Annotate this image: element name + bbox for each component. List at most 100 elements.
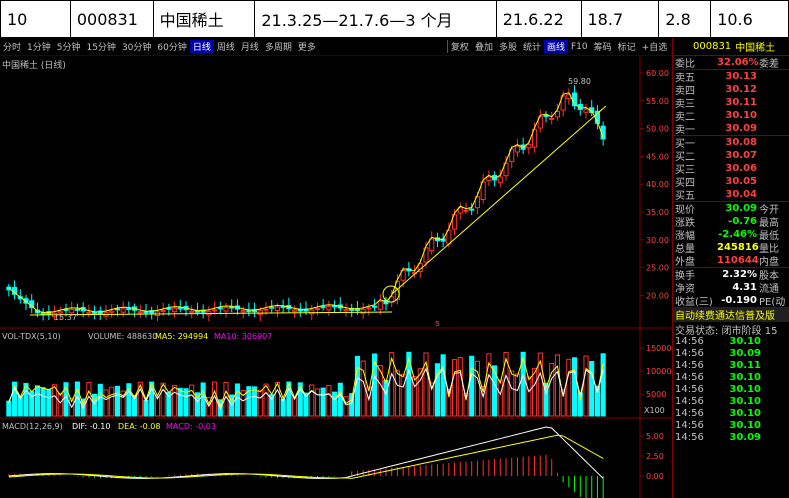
period-tab-more[interactable]: 更多 bbox=[295, 40, 319, 53]
volume-bar bbox=[114, 385, 120, 417]
period-toolbar: 分时 1分钟 5分钟 15分钟 30分钟 60分钟 日线 周线 月线 多周期 更… bbox=[0, 38, 691, 56]
period-tab-monthly[interactable]: 月线 bbox=[238, 40, 262, 53]
volume-bar bbox=[97, 383, 103, 417]
volume-bar bbox=[172, 384, 178, 417]
period-tab-multi[interactable]: 多周期 bbox=[262, 40, 295, 53]
quote-header: 000831 中国稀土 bbox=[673, 38, 789, 56]
chart-title: 中国稀土 (日线) bbox=[2, 59, 66, 71]
period-tab-5min[interactable]: 5分钟 bbox=[54, 40, 84, 53]
tick-list: 14:56 30.10 14:56 30.09 14:56 30.11 14:56 30.10… bbox=[673, 336, 789, 444]
candle-body bbox=[223, 307, 229, 312]
volume-bar bbox=[394, 370, 400, 417]
volume-bar bbox=[57, 393, 63, 417]
quote-row-value: 30.07 bbox=[725, 150, 757, 161]
tool-stats-button[interactable]: 统计 bbox=[520, 40, 544, 53]
candles-layer bbox=[6, 85, 606, 322]
candle-body bbox=[526, 143, 532, 149]
axis-label: 2.50 bbox=[646, 452, 664, 461]
candle-body bbox=[326, 305, 332, 311]
tick-row: 14:56 30.10 bbox=[673, 384, 789, 396]
candle-body bbox=[74, 308, 80, 311]
kline-chart[interactable]: 中国稀土 (日线) 60.00 55.00 50.00 45.00 40.00 35.00… bbox=[0, 56, 672, 498]
candle-body bbox=[120, 308, 126, 313]
period-tab-daily[interactable]: 日线 bbox=[189, 40, 214, 53]
tool-multi-stock-button[interactable]: 多股 bbox=[496, 40, 520, 53]
tick-row: 14:56 30.10 bbox=[673, 336, 789, 348]
tick-price: 30.10 bbox=[729, 336, 761, 347]
quote-row-value: 245816 bbox=[717, 242, 759, 253]
tick-time: 14:56 bbox=[675, 360, 704, 371]
quote-row: 外盘 110644 内盘 bbox=[673, 254, 789, 268]
tick-price: 30.10 bbox=[729, 408, 761, 419]
quote-row-label: 外盘 bbox=[675, 257, 695, 268]
axis-label: 40.00 bbox=[646, 180, 669, 189]
quote-row-value: 30.10 bbox=[725, 110, 757, 121]
tool-adjust-button[interactable]: 复权 bbox=[446, 40, 472, 53]
volume-bar bbox=[326, 385, 332, 417]
candle-body bbox=[40, 312, 46, 315]
volume-bar bbox=[257, 389, 263, 417]
trading-terminal: 分时 1分钟 5分钟 15分钟 30分钟 60分钟 日线 周线 月线 多周期 更… bbox=[0, 38, 789, 498]
volume-bar bbox=[92, 393, 98, 417]
tick-row: 14:56 30.10 bbox=[673, 420, 789, 432]
period-tab-weekly[interactable]: 周线 bbox=[214, 40, 238, 53]
candle-body bbox=[126, 308, 132, 311]
macd-axis: 5.00 2.50 0.00 bbox=[640, 432, 664, 481]
candle-body bbox=[240, 310, 246, 313]
quote-row-value: 30.09 bbox=[725, 123, 757, 134]
volume-bar bbox=[320, 387, 326, 417]
candle-body bbox=[166, 307, 172, 310]
quote-code: 000831 bbox=[693, 41, 732, 52]
tick-price: 30.10 bbox=[729, 396, 761, 407]
tool-f10-button[interactable]: F10 bbox=[568, 42, 591, 52]
volume-bar bbox=[440, 354, 446, 417]
ratio-label: 委比 bbox=[675, 59, 695, 70]
period-tab-60min[interactable]: 60分钟 bbox=[154, 40, 189, 53]
tick-row: 14:56 30.11 bbox=[673, 360, 789, 372]
macd-dea-line bbox=[8, 434, 604, 479]
volume-bar bbox=[400, 373, 406, 417]
quote-row-value: 30.04 bbox=[725, 189, 757, 200]
candle-body bbox=[137, 311, 143, 314]
tick-time: 14:56 bbox=[675, 408, 704, 419]
volume-bar bbox=[103, 389, 109, 417]
tool-chips-button[interactable]: 筹码 bbox=[591, 40, 615, 53]
candle-body bbox=[177, 307, 183, 310]
period-tab-15min[interactable]: 15分钟 bbox=[83, 40, 118, 53]
period-tab-intraday[interactable]: 分时 bbox=[0, 40, 24, 53]
tool-mark-button[interactable]: 标记 bbox=[615, 40, 639, 53]
tick-row: 14:56 30.09 bbox=[673, 432, 789, 444]
volume-bar bbox=[474, 360, 480, 417]
tick-price: 30.10 bbox=[729, 372, 761, 383]
bid-list: 买一 30.08 买二 30.07 买三 30.06 买四 30.05 买五 30.04 bbox=[673, 136, 789, 202]
tick-price: 30.09 bbox=[729, 348, 761, 359]
volume-axis: 15000 10000 5000 bbox=[640, 344, 671, 399]
fundamental-stats: 换手 2.32% 股本 净资 4.31 流通 收益(三) -0.190 PE(动 bbox=[673, 268, 789, 308]
volume-bar bbox=[332, 391, 338, 417]
candle-body bbox=[114, 308, 120, 311]
macd-indicator-name: MACD(12,26,9) bbox=[2, 422, 63, 431]
quote-row-value: 30.11 bbox=[725, 97, 757, 108]
candle-body bbox=[343, 308, 349, 312]
candle-body bbox=[269, 306, 275, 309]
tool-draw-line-button[interactable]: 画线 bbox=[543, 40, 568, 53]
subscription-banner[interactable]: 自动续费通达信普及版 bbox=[673, 307, 789, 322]
axis-label: 20.00 bbox=[646, 291, 669, 300]
axis-label: 15000 bbox=[646, 344, 671, 353]
volume-bar bbox=[200, 382, 206, 417]
tool-overlay-button[interactable]: 叠加 bbox=[472, 40, 496, 53]
quote-panel: 000831 中国稀土 委比 32.06% 委差 卖五 30.13 卖四 30.12 卖… bbox=[672, 38, 789, 498]
volume-bar bbox=[309, 384, 315, 417]
period-tab-30min[interactable]: 30分钟 bbox=[119, 40, 154, 53]
candle-body bbox=[109, 310, 115, 313]
candle-body bbox=[189, 310, 195, 313]
tool-add-watchlist-button[interactable]: +自选 bbox=[639, 40, 671, 53]
table-cell-code: 000831 bbox=[71, 1, 154, 37]
period-tab-1min[interactable]: 1分钟 bbox=[24, 40, 54, 53]
volume-indicator-name: VOL-TDX(5,10) bbox=[2, 332, 61, 341]
price-axis: 60.00 55.00 50.00 45.00 40.00 35.00 30.00 25.00… bbox=[640, 69, 669, 300]
ask-list: 卖五 30.13 卖四 30.12 卖三 30.11 卖二 30.10 卖一 30.09 bbox=[673, 70, 789, 136]
quote-row-label: 买五 bbox=[675, 191, 695, 202]
tick-time: 14:56 bbox=[675, 396, 704, 407]
candle-body bbox=[543, 115, 549, 118]
